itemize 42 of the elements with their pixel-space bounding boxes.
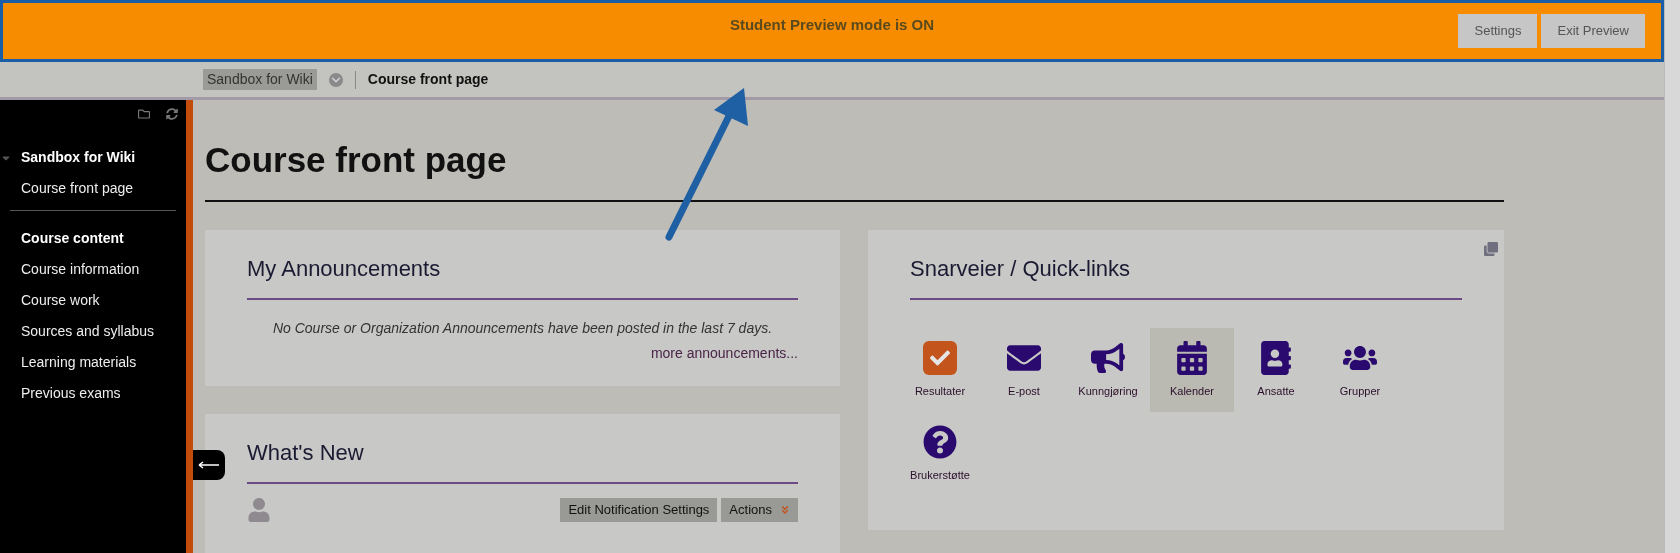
address-book-icon — [1259, 340, 1293, 375]
user-avatar-icon — [247, 498, 271, 522]
sidebar-link[interactable]: Learning materials — [10, 347, 176, 378]
sidebar-heading[interactable]: Sandbox for Wiki — [21, 142, 136, 173]
sidebar-link[interactable]: Previous exams — [10, 378, 176, 409]
banner-button[interactable]: Exit Preview — [1541, 14, 1645, 48]
quick-link[interactable]: Resultater — [898, 328, 982, 412]
notification-settings-button[interactable]: Edit Notification Settings — [560, 498, 718, 522]
banner-button[interactable]: Settings — [1458, 14, 1538, 48]
quick-link[interactable]: E-post — [982, 328, 1066, 412]
dropdown-icon[interactable] — [328, 72, 343, 87]
card-title: My Announcements — [247, 255, 442, 283]
left-arrow-icon — [198, 461, 220, 469]
quick-link[interactable]: Brukerstøtte — [898, 412, 982, 496]
banner-message: Student Preview mode is ON — [729, 14, 935, 35]
sidebar-link[interactable]: Sources and syllabus — [10, 316, 176, 347]
scrollbar[interactable] — [1664, 0, 1680, 553]
sidebar-link[interactable]: Course front page — [0, 173, 186, 204]
sidebar-link[interactable]: Course information — [10, 254, 176, 285]
card-title: What's New — [247, 439, 365, 467]
empty-message: No Course or Organization Announcements have been posted in the last 7 days. — [271, 319, 774, 338]
quick-link[interactable]: Ansatte — [1234, 328, 1318, 412]
checkmark-icon — [923, 340, 957, 375]
quick-link[interactable]: Kunngjøring — [1066, 328, 1150, 412]
window-icon[interactable] — [1484, 242, 1498, 256]
more-announcements-link[interactable]: more announcements... — [650, 343, 798, 364]
megaphone-icon — [1091, 340, 1125, 375]
actions-button[interactable]: Actions — [721, 498, 798, 522]
chevron-icon — [780, 505, 790, 515]
help-icon — [923, 424, 957, 459]
page-title: Course front page — [205, 140, 508, 180]
calendar-icon — [1175, 340, 1209, 375]
quick-link[interactable]: Grupper — [1318, 328, 1402, 412]
breadcrumb-link[interactable]: Sandbox for Wiki — [203, 69, 317, 90]
collapse-sidebar-button[interactable] — [193, 450, 225, 480]
quick-link[interactable]: Kalender — [1150, 328, 1234, 412]
sidebar-link[interactable]: Course work — [10, 285, 176, 316]
folder-icon[interactable] — [137, 108, 150, 120]
refresh-icon[interactable] — [165, 108, 178, 120]
sidebar-heading[interactable]: Course content — [21, 223, 124, 254]
card-title: Snarveier / Quick-links — [910, 255, 1132, 283]
breadcrumb-link[interactable]: Course front page — [367, 69, 489, 90]
